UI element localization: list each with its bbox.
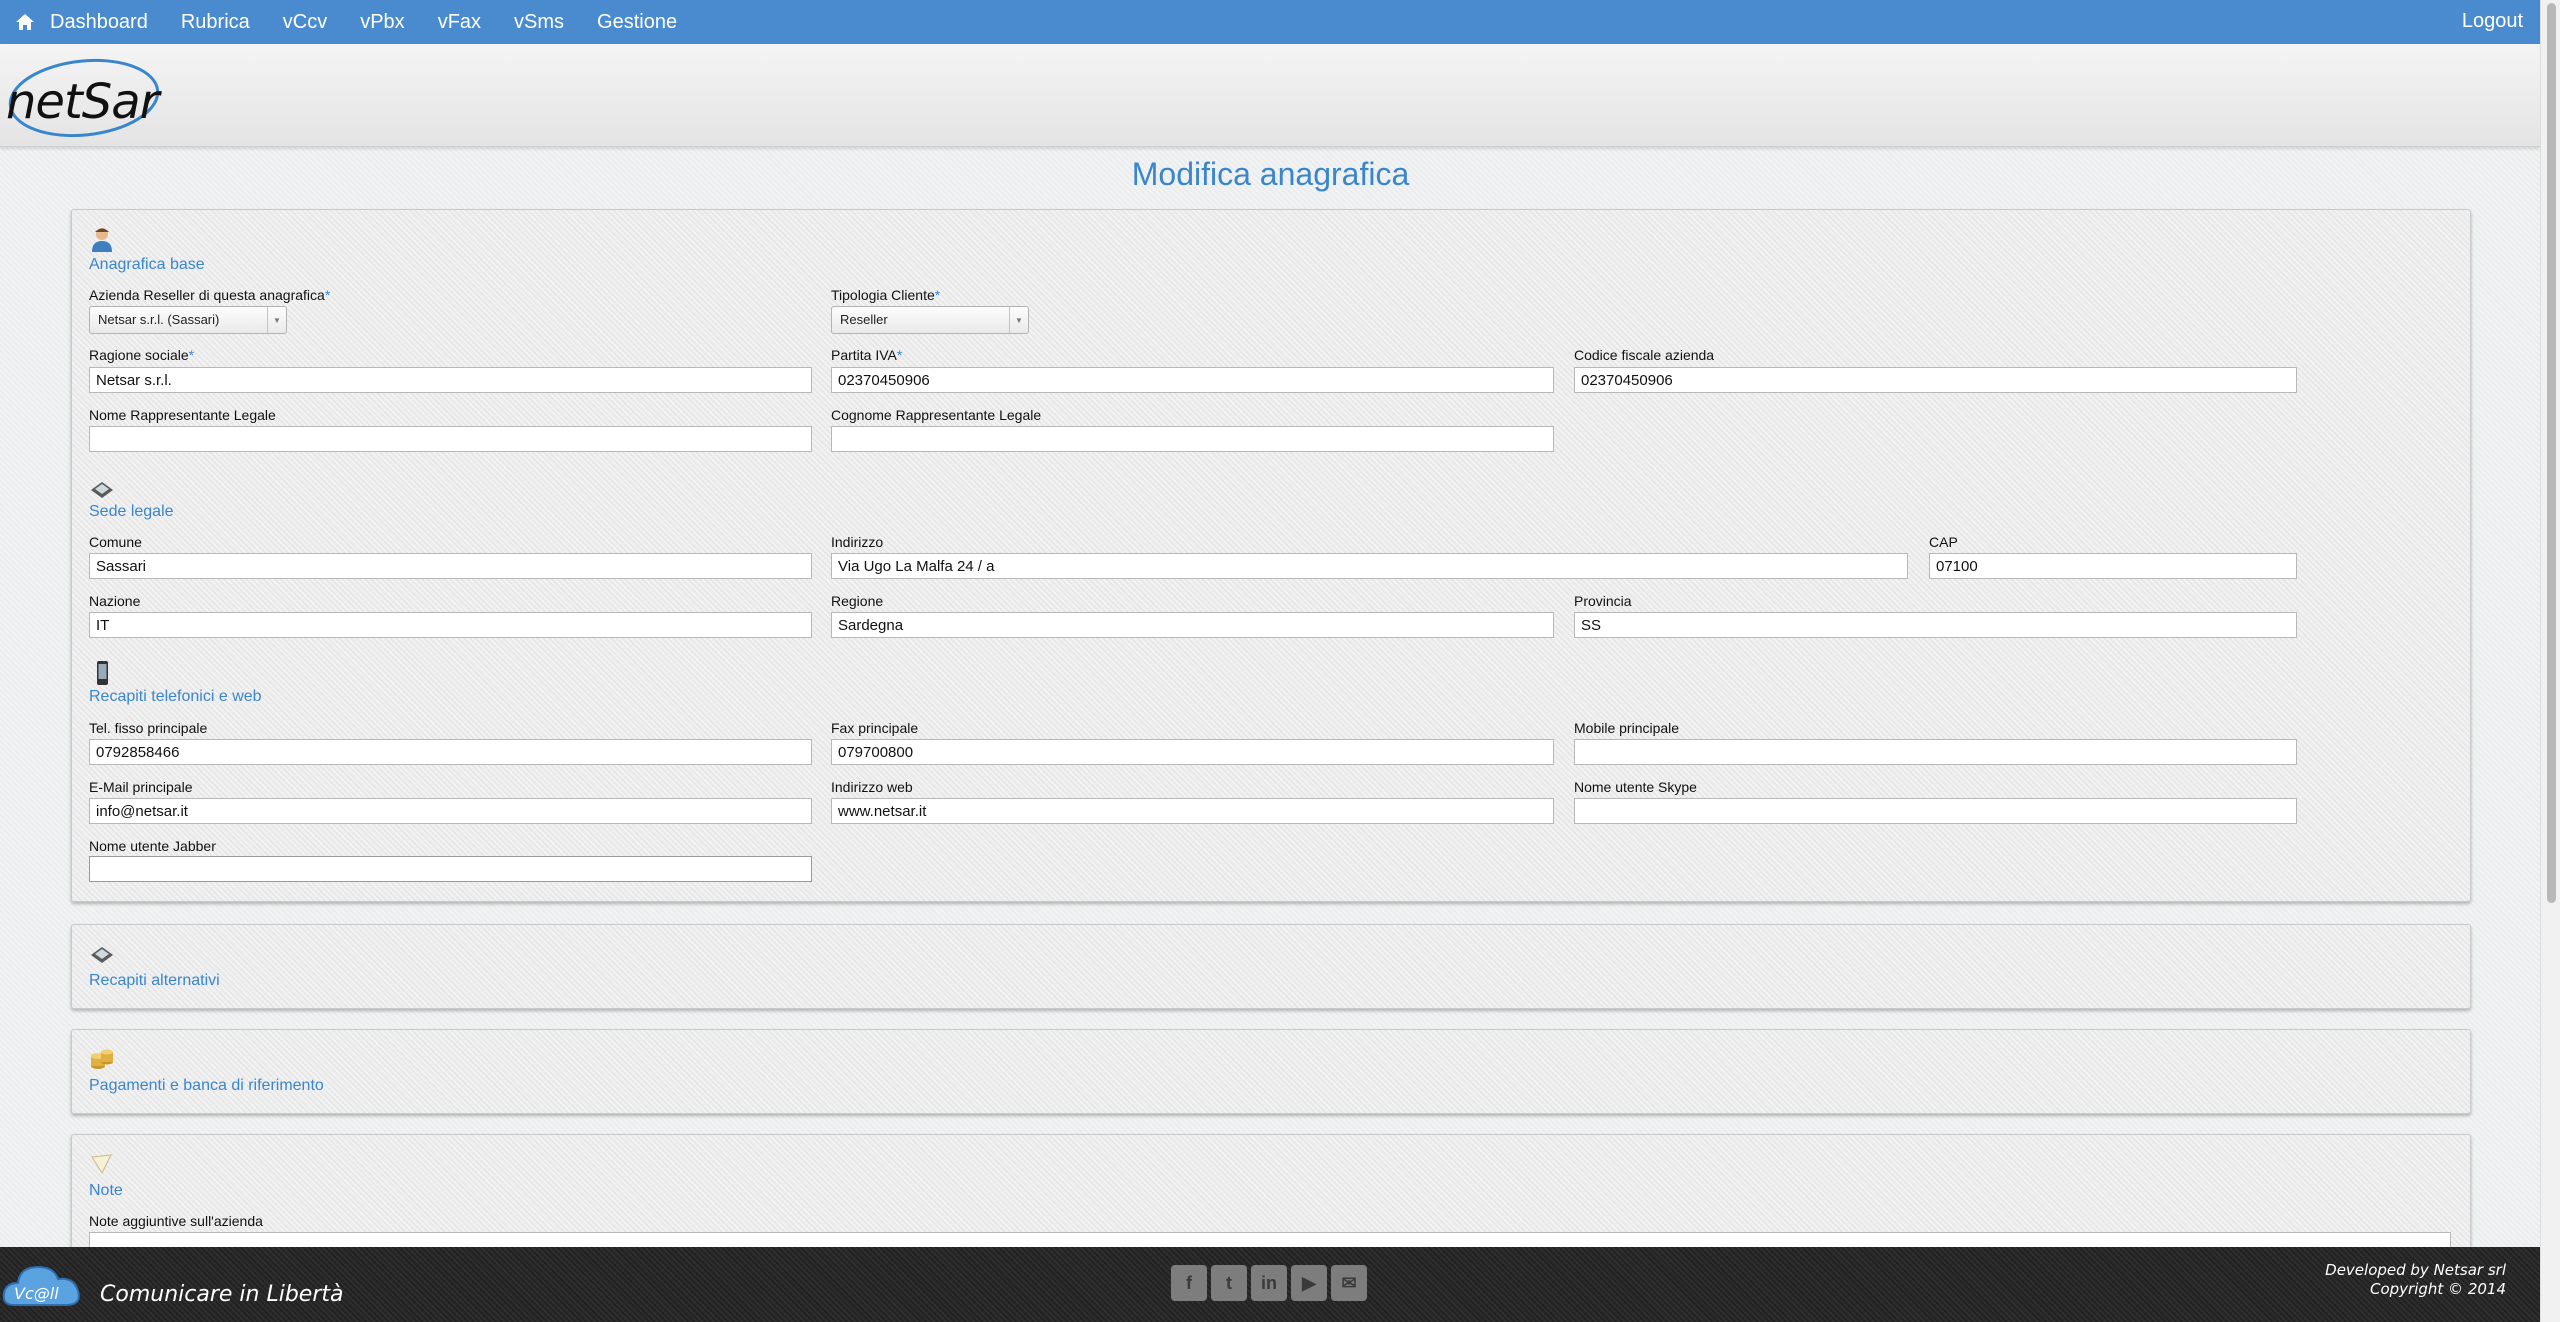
header-band: netSar (0, 44, 2541, 147)
indirizzo-input[interactable] (831, 553, 1908, 579)
label-provincia: Provincia (1574, 593, 1632, 609)
section-title-note: Note (89, 1182, 123, 1199)
footer-tagline: Comunicare in Libertà (100, 1282, 344, 1307)
footer-credit-copyright: Copyright © 2014 (2369, 1280, 2506, 1298)
required-marker: * (934, 287, 941, 303)
nav-vccv[interactable]: vCcv (283, 11, 327, 34)
logout-link[interactable]: Logout (2462, 10, 2523, 33)
panel-recapiti-alternativi[interactable]: Recapiti alternativi (71, 924, 2471, 1009)
netsar-logo[interactable]: netSar (4, 52, 164, 142)
label-indirizzo: Indirizzo (831, 534, 884, 550)
linkedin-icon[interactable]: in (1251, 1265, 1287, 1301)
regione-input[interactable] (831, 612, 1554, 638)
fax-input[interactable] (831, 739, 1554, 765)
footer-credit-developer: Developed by Netsar srl (2325, 1261, 2506, 1279)
cognome-rappresentante-input[interactable] (831, 426, 1554, 452)
label-skype: Nome utente Skype (1574, 779, 1697, 795)
coins-icon (91, 1049, 113, 1069)
web-input[interactable] (831, 798, 1554, 824)
home-icon (16, 14, 34, 30)
label-nazione: Nazione (89, 593, 141, 609)
label-partita-iva: Partita IVA* (831, 347, 903, 363)
label-note-aggiuntive: Note aggiuntive sull'azienda (89, 1213, 263, 1229)
provincia-input[interactable] (1574, 612, 2297, 638)
comune-input[interactable] (89, 553, 812, 579)
location-icon (91, 947, 113, 963)
cap-input[interactable] (1929, 553, 2297, 579)
home-button[interactable] (0, 0, 50, 44)
email-input[interactable] (89, 798, 812, 824)
logo-text: netSar (6, 74, 159, 130)
vcall-cloud-logo[interactable]: Vc@ll (0, 1253, 90, 1319)
label-ragione-sociale: Ragione sociale* (89, 347, 195, 363)
nav-rubrica[interactable]: Rubrica (181, 11, 250, 34)
nav-gestione[interactable]: Gestione (597, 11, 677, 34)
section-title-recapiti-alternativi: Recapiti alternativi (89, 972, 220, 989)
skype-input[interactable] (1574, 798, 2297, 824)
mail-icon[interactable]: ✉ (1331, 1265, 1367, 1301)
select-azienda-reseller[interactable]: Netsar s.r.l. (Sassari) ▼ (89, 306, 287, 334)
chevron-down-icon: ▼ (1009, 307, 1028, 333)
panel-pagamenti[interactable]: Pagamenti e banca di riferimento (71, 1029, 2471, 1114)
top-navbar: Dashboard Rubrica vCcv vPbx vFax vSms Ge… (0, 0, 2541, 44)
tel-fisso-input[interactable] (89, 739, 812, 765)
label-cognome-rappresentante: Cognome Rappresentante Legale (831, 407, 1042, 423)
select-azienda-reseller-value: Netsar s.r.l. (Sassari) (98, 312, 220, 327)
page-title: Modifica anagrafica (1131, 156, 1410, 192)
nome-rappresentante-input[interactable] (89, 426, 812, 452)
label-cap: CAP (1929, 534, 1958, 550)
twitter-icon[interactable]: t (1211, 1265, 1247, 1301)
nav-dashboard[interactable]: Dashboard (50, 11, 148, 34)
select-tipologia-cliente[interactable]: Reseller ▼ (831, 306, 1029, 334)
section-title-pagamenti: Pagamenti e banca di riferimento (89, 1077, 324, 1094)
chevron-down-icon: ▼ (267, 307, 286, 333)
location-icon (91, 482, 113, 498)
label-fax: Fax principale (831, 720, 919, 736)
label-comune: Comune (89, 534, 142, 550)
nav-vpbx[interactable]: vPbx (360, 11, 404, 34)
label-jabber: Nome utente Jabber (89, 838, 216, 854)
partita-iva-input[interactable] (831, 367, 1554, 393)
label-nome-rappresentante: Nome Rappresentante Legale (89, 407, 276, 423)
label-web: Indirizzo web (831, 779, 913, 795)
nazione-input[interactable] (89, 612, 812, 638)
vcall-brand-text: Vc@ll (14, 1284, 59, 1303)
label-codice-fiscale: Codice fiscale azienda (1574, 347, 1715, 363)
page-scrollbar[interactable] (2540, 0, 2560, 1322)
nav-vfax[interactable]: vFax (438, 11, 481, 34)
required-marker: * (188, 347, 195, 363)
label-mobile: Mobile principale (1574, 720, 1680, 736)
required-marker: * (896, 347, 903, 363)
section-title-recapiti: Recapiti telefonici e web (89, 688, 262, 705)
section-title-sede-legale: Sede legale (89, 503, 174, 520)
youtube-icon[interactable]: ▶ (1291, 1265, 1327, 1301)
codice-fiscale-input[interactable] (1574, 367, 2297, 393)
scrollbar-thumb[interactable] (2547, 3, 2556, 903)
footer: Vc@ll Comunicare in Libertà f t in ▶ ✉ D… (0, 1247, 2541, 1322)
ragione-sociale-input[interactable] (89, 367, 812, 393)
note-icon (91, 1154, 112, 1175)
footer-credit: Developed by Netsar srl Copyright © 2014 (2325, 1261, 2506, 1299)
label-tipologia-cliente: Tipologia Cliente* (831, 287, 941, 303)
required-marker: * (324, 287, 331, 303)
section-title-anagrafica-base: Anagrafica base (89, 256, 205, 273)
phone-icon (97, 661, 108, 685)
label-azienda-reseller: Azienda Reseller di questa anagrafica* (89, 287, 331, 303)
user-icon (92, 228, 112, 252)
nav-vsms[interactable]: vSms (514, 11, 564, 34)
facebook-icon[interactable]: f (1171, 1265, 1207, 1301)
label-email: E-Mail principale (89, 779, 193, 795)
panel-anagrafica: Anagrafica base Azienda Reseller di ques… (71, 209, 2471, 902)
select-tipologia-cliente-value: Reseller (840, 312, 888, 327)
jabber-input[interactable] (89, 856, 812, 882)
label-regione: Regione (831, 593, 884, 609)
mobile-input[interactable] (1574, 739, 2297, 765)
label-tel-fisso: Tel. fisso principale (89, 720, 208, 736)
